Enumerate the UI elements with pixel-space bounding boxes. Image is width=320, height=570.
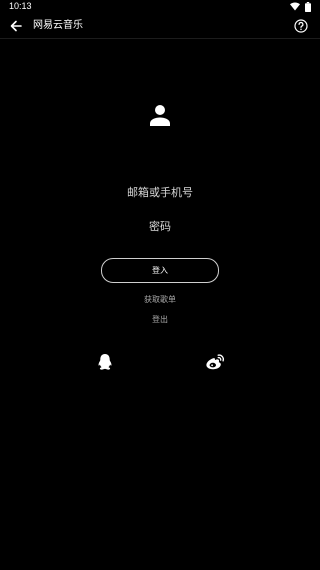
arrow-left-icon — [10, 20, 22, 32]
get-playlist-link[interactable]: 获取歌单 — [110, 293, 210, 307]
email-field[interactable]: 邮箱或手机号 — [60, 184, 260, 202]
qq-login-button[interactable] — [96, 353, 114, 371]
app-bar: 网易云音乐 — [0, 14, 320, 39]
status-bar: 10:13 — [0, 0, 320, 14]
login-button[interactable]: 登入 — [101, 258, 219, 283]
logout-link[interactable]: 登出 — [110, 313, 210, 327]
wifi-icon — [290, 2, 300, 11]
battery-icon — [305, 1, 311, 12]
weibo-icon — [206, 354, 225, 370]
qq-icon — [98, 354, 112, 370]
avatar — [148, 103, 172, 127]
status-icons — [290, 1, 311, 12]
weibo-login-button[interactable] — [205, 353, 225, 371]
status-time: 10:13 — [9, 1, 32, 11]
help-button[interactable] — [292, 17, 310, 35]
password-field[interactable]: 密码 — [60, 218, 260, 236]
help-circle-icon — [294, 19, 308, 33]
person-icon — [150, 105, 170, 126]
back-button[interactable] — [8, 18, 24, 34]
page-title: 网易云音乐 — [33, 20, 83, 31]
